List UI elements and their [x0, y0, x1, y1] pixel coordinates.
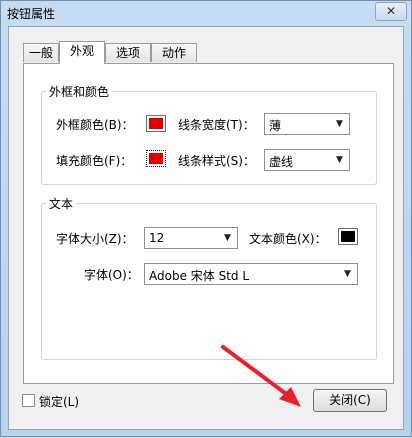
line-style-label: 线条样式(S)：: [178, 154, 255, 168]
dialog-window: 按钮属性 ✕ 一般 外观 选项 动作 外框和颜色 外框颜色(B)： 线条宽度(T…: [0, 0, 412, 437]
appearance-panel: 外框和颜色 外框颜色(B)： 线条宽度(T)： 薄 ▼ 填充颜色(F)： 线条样…: [23, 63, 394, 384]
close-button[interactable]: 关闭(C): [313, 389, 387, 412]
border-color-label: 外框颜色(B)：: [56, 118, 134, 132]
tab-general[interactable]: 一般: [23, 43, 59, 62]
text-color-label: 文本颜色(X)：: [249, 232, 327, 246]
text-group: 文本 字体大小(Z)： 12 ▼ 文本颜色(X)： 字体(O)： Adobe 宋…: [41, 195, 377, 360]
chevron-down-icon: ▼: [336, 119, 343, 129]
font-size-label: 字体大小(Z)：: [56, 232, 134, 246]
line-style-value: 虚线: [269, 155, 294, 169]
font-select[interactable]: Adobe 宋体 Std L ▼: [144, 263, 358, 285]
border-color-swatch[interactable]: [146, 115, 166, 132]
line-style-select[interactable]: 虚线 ▼: [264, 149, 350, 171]
tab-actions[interactable]: 动作: [151, 43, 197, 62]
text-group-title: 文本: [46, 195, 77, 212]
title-bar[interactable]: 按钮属性 ✕: [1, 1, 411, 25]
font-label: 字体(O)：: [84, 268, 139, 282]
line-width-label: 线条宽度(T)：: [178, 118, 255, 132]
font-size-select[interactable]: 12 ▼: [144, 227, 238, 249]
font-size-value: 12: [149, 231, 165, 245]
chevron-down-icon: ▼: [344, 269, 351, 279]
border-color-group-title: 外框和颜色: [46, 83, 113, 100]
dialog-client-area: 一般 外观 选项 动作 外框和颜色 外框颜色(B)： 线条宽度(T)： 薄 ▼ …: [8, 26, 404, 430]
window-close-button[interactable]: ✕: [375, 2, 407, 21]
lock-checkbox[interactable]: [22, 394, 35, 407]
window-title: 按钮属性: [7, 7, 56, 21]
border-color-group: 外框和颜色 外框颜色(B)： 线条宽度(T)： 薄 ▼ 填充颜色(F)： 线条样…: [41, 83, 377, 185]
text-color-fill: [341, 231, 355, 242]
fill-color-fill: [149, 153, 163, 164]
line-width-value: 薄: [269, 119, 282, 133]
border-color-fill: [149, 118, 163, 129]
text-color-swatch[interactable]: [338, 228, 358, 245]
chevron-down-icon: ▼: [336, 155, 343, 165]
tab-options[interactable]: 选项: [105, 43, 151, 62]
lock-label[interactable]: 锁定(L): [39, 393, 79, 410]
fill-color-label: 填充颜色(F)：: [56, 154, 133, 168]
line-width-select[interactable]: 薄 ▼: [264, 113, 350, 135]
fill-color-swatch[interactable]: [146, 150, 166, 167]
font-value: Adobe 宋体 Std L: [149, 269, 250, 283]
chevron-down-icon: ▼: [224, 233, 231, 243]
tab-appearance[interactable]: 外观: [59, 41, 105, 64]
